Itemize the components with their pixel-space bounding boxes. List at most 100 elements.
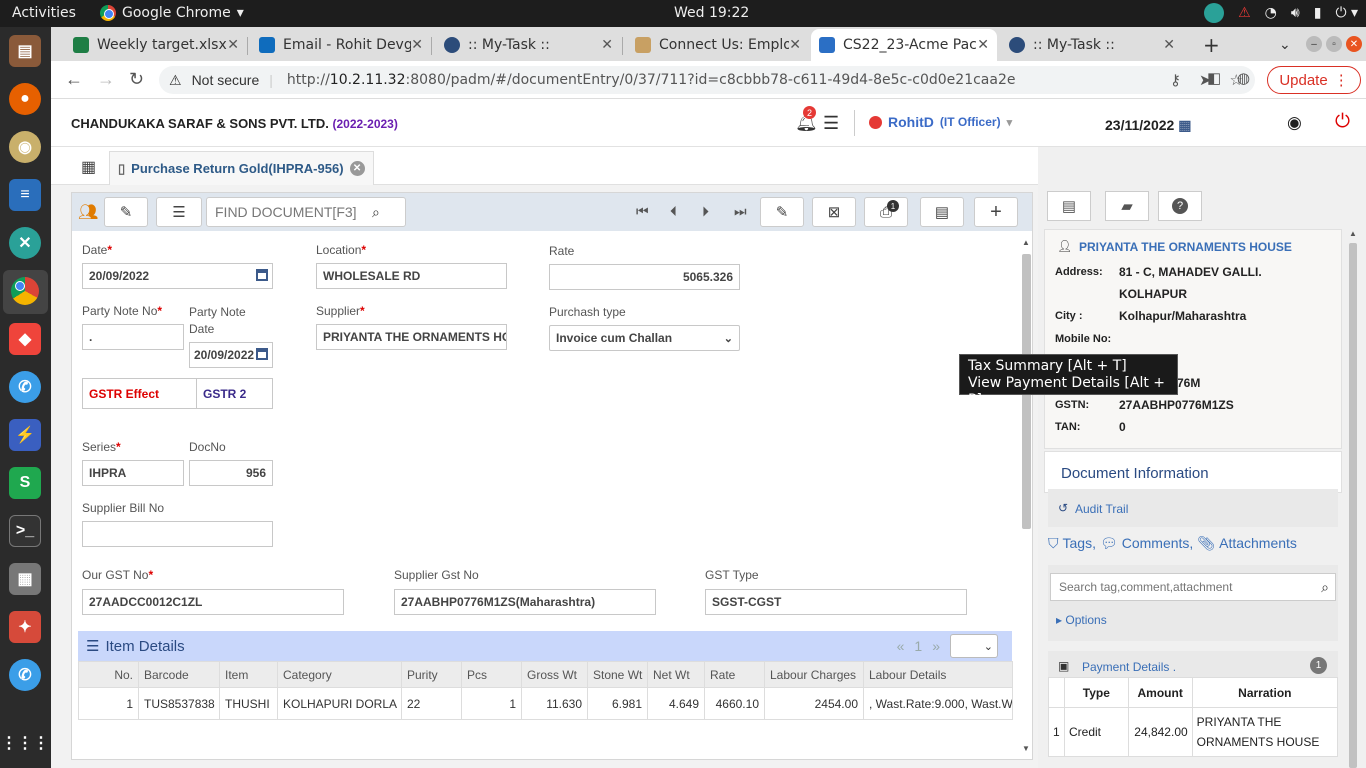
new-tab-button[interactable]: + <box>1195 29 1228 61</box>
column-header[interactable]: Category <box>277 661 402 688</box>
column-header[interactable]: Item <box>219 661 278 688</box>
privacy-eye-icon[interactable]: ◉ <box>1287 113 1302 133</box>
pager-next[interactable]: » <box>932 638 940 654</box>
side-panel-icon[interactable]: ◧ <box>1207 69 1221 87</box>
document-tab[interactable]: ▯ Purchase Return Gold(IHPRA-956) ✕ <box>109 151 374 185</box>
browser-tab[interactable]: :: My-Task :: ✕ <box>1001 29 1183 61</box>
right-panel-scrollbar[interactable]: ▲ <box>1346 229 1358 768</box>
table-row[interactable]: 1 TUS8537838 THUSHI KOLHAPURI DORLA 22 1 11.63… <box>78 687 1013 720</box>
edit-document-button[interactable]: ✎ <box>760 197 804 227</box>
minimize-icon[interactable]: – <box>1306 36 1322 52</box>
close-tab-icon[interactable]: ✕ <box>227 37 239 53</box>
forward-icon[interactable]: → <box>97 69 115 90</box>
firefox-icon[interactable]: ● <box>9 83 41 115</box>
supplier-field[interactable]: PRIYANTA THE ORNAMENTS HOUSE <box>316 324 507 350</box>
column-header[interactable]: Pcs <box>461 661 522 688</box>
form-scrollbar[interactable]: ▲ ▼ <box>1020 238 1032 753</box>
rate-field[interactable]: 5065.326 <box>549 264 740 290</box>
close-window-icon[interactable]: ✕ <box>1346 36 1362 52</box>
power-menu-icon[interactable]: ⏻ ▾ <box>1335 5 1358 21</box>
report-button[interactable]: ▤ <box>920 197 964 227</box>
column-header[interactable]: Barcode <box>138 661 220 688</box>
chrome-dock-icon[interactable] <box>9 275 41 307</box>
list-view-button[interactable]: ☰ <box>156 197 202 227</box>
tags-comments-attachments[interactable]: ⛉ Tags, 💬︎ Comments, 📎︎ Attachments <box>1048 535 1297 552</box>
softphone-icon[interactable]: ✆ <box>9 659 41 691</box>
first-record-icon[interactable]: ⏮ <box>636 203 649 220</box>
warning-icon[interactable]: ⚠ <box>1238 5 1251 21</box>
cancel-document-button[interactable]: ⊠ <box>812 197 856 227</box>
omnibox[interactable]: ⚠ Not secure | http://10.2.11.32:8080/pa… <box>159 66 1255 94</box>
column-header[interactable]: Labour Charges <box>764 661 864 688</box>
party-note-no-field[interactable]: . <box>82 324 184 350</box>
column-header[interactable]: Gross Wt <box>521 661 588 688</box>
writer-icon[interactable]: ≡ <box>9 179 41 211</box>
reload-icon[interactable]: ↻ <box>129 69 144 90</box>
anydesk-icon[interactable]: ◆ <box>9 323 41 355</box>
security-indicator[interactable]: ⚠ Not secure | <box>169 72 273 89</box>
webcam-icon[interactable]: ◉ <box>9 131 41 163</box>
battery-icon[interactable]: ▮ <box>1314 5 1322 21</box>
tag-search-box[interactable]: ⌕ <box>1050 573 1336 601</box>
browser-tab[interactable]: Weekly target.xlsx ✕ <box>65 29 247 61</box>
comments-link[interactable]: Comments, <box>1122 535 1194 552</box>
options-toggle[interactable]: ▸ Options <box>1056 613 1107 627</box>
calendar-icon[interactable]: ▦ <box>1178 117 1191 133</box>
network-tool-icon[interactable]: ⚡ <box>9 419 41 451</box>
search-icon[interactable]: ⌕ <box>372 204 380 221</box>
update-button[interactable]: Update ⋮ <box>1267 66 1361 94</box>
logout-icon[interactable]: ⏻ <box>1335 111 1350 133</box>
series-field[interactable]: IHPRA <box>82 460 184 486</box>
edit-mode-button[interactable]: ✎ <box>104 197 148 227</box>
tags-link[interactable]: Tags, <box>1063 535 1096 552</box>
our-gst-field[interactable]: 27AADCC0012C1ZL <box>82 589 344 615</box>
column-header[interactable]: Purity <box>401 661 462 688</box>
notification-bell-icon[interactable]: 🔔︎ 2 <box>795 106 818 133</box>
purchase-type-select[interactable]: Invoice cum Challan ⌄ <box>549 325 740 351</box>
table-row[interactable]: 1 Credit 24,842.00 PRIYANTA THE ORNAMENTS H… <box>1048 707 1339 757</box>
browser-tab-active[interactable]: CS22_23-Acme Pack ✕ <box>811 29 997 61</box>
tag-search-input[interactable] <box>1051 580 1301 594</box>
calculator-icon[interactable]: ▦ <box>9 563 41 595</box>
wifi-icon[interactable]: ◔ <box>1265 5 1277 21</box>
working-date[interactable]: 23/11/2022 ▦ <box>1105 117 1191 134</box>
tax-summary-button[interactable]: ▤ <box>1047 191 1091 221</box>
add-document-button[interactable]: + <box>974 197 1018 227</box>
profile-icon[interactable]: ◍ <box>1237 69 1250 87</box>
volume-icon[interactable]: 🔊︎ <box>1291 5 1300 21</box>
user-menu[interactable]: RohitD (IT Officer) ▾ <box>869 114 1012 130</box>
pager-page[interactable]: 1 <box>914 638 922 654</box>
gst-type-field[interactable]: SGST-CGST <box>705 589 967 615</box>
system-tray[interactable]: ⚠ ◔ 🔊︎ ▮ ⏻ ▾ <box>1204 3 1358 23</box>
close-tab-icon[interactable]: ✕ <box>977 37 989 53</box>
browser-tab[interactable]: :: My-Task :: ✕ <box>436 29 621 61</box>
help-button[interactable]: ? <box>1158 191 1202 221</box>
column-header[interactable]: Net Wt <box>647 661 705 688</box>
column-header[interactable]: Stone Wt <box>587 661 648 688</box>
grid-menu-icon[interactable]: ▦ <box>81 157 96 177</box>
tab-search-icon[interactable]: ⌄ <box>1271 29 1299 61</box>
find-document-input[interactable] <box>207 204 372 220</box>
url-text[interactable]: http://10.2.11.32:8080/padm/#/documentEn… <box>287 72 1016 88</box>
show-apps-icon[interactable]: ⋮⋮⋮ <box>1 727 49 759</box>
previous-record-icon[interactable]: ⏴ <box>670 203 677 220</box>
phone-icon[interactable]: ✆ <box>9 371 41 403</box>
gstr-value[interactable]: GSTR 2 <box>196 378 273 409</box>
last-record-icon[interactable]: ⏭ <box>734 203 747 220</box>
key-icon[interactable]: ⚷ <box>1170 71 1181 89</box>
close-document-icon[interactable]: ✕ <box>349 161 365 176</box>
attachments-link[interactable]: Attachments <box>1219 535 1297 552</box>
files-icon[interactable]: ▤ <box>9 35 41 67</box>
ledger-button[interactable]: ▰ <box>1105 191 1149 221</box>
app-menu[interactable]: Google Chrome ▾ <box>100 5 244 21</box>
spreadsheet-icon[interactable]: S <box>9 467 41 499</box>
audit-trail-section[interactable]: ↺ Audit Trail <box>1048 489 1338 527</box>
search-icon[interactable]: ⌕ <box>1321 579 1329 596</box>
column-header[interactable]: Labour Details <box>863 661 1013 688</box>
column-header[interactable]: Rate <box>704 661 765 688</box>
back-icon[interactable]: ← <box>65 69 83 90</box>
supplier-gst-field[interactable]: 27AABHP0776M1ZS(Maharashtra) <box>394 589 656 615</box>
find-document-box[interactable]: ⌕ <box>206 197 406 227</box>
party-note-date-field[interactable]: 20/09/2022 <box>189 342 273 368</box>
users-icon[interactable]: 👥︎ <box>78 202 98 222</box>
